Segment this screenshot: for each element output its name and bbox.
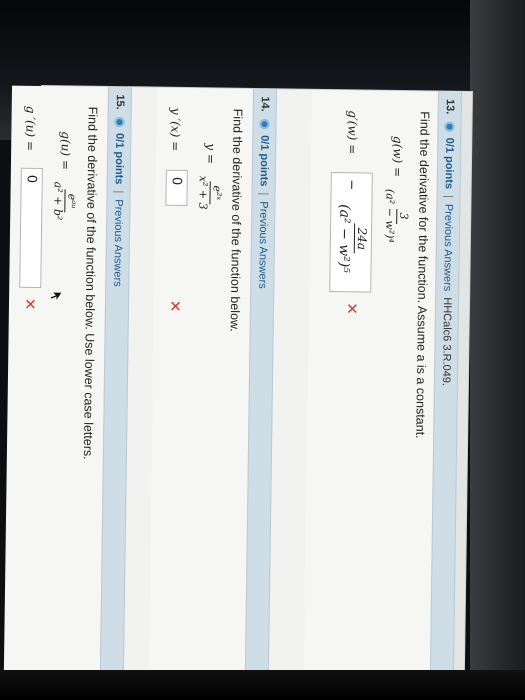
answer-input[interactable]: 0 [165, 169, 188, 207]
function-expression: g(w) = 3 (a² − w²)⁴ [382, 136, 412, 247]
question-header: 15. 0/1 points | Previous Answers [99, 86, 133, 688]
question-header: 14. 0/1 points | Previous Answers [244, 88, 278, 690]
function-expression: y = e²ˣ x² + 3 [195, 143, 224, 214]
function-numerator: eᵃᵘ [64, 189, 79, 213]
points-label: 0/1 points [257, 135, 271, 187]
answer-lhs: g ′(u) = [23, 105, 38, 152]
function-denominator: (a² − w²)⁴ [382, 188, 397, 243]
status-dot-icon [444, 121, 455, 132]
question-prompt: Find the derivative for the function. As… [413, 111, 432, 439]
separator: | [442, 194, 455, 198]
answer-sign: − [344, 179, 360, 191]
mouse-cursor-icon [49, 291, 63, 303]
question-15: 15. 0/1 points | Previous Answers Find t… [3, 85, 133, 688]
question-prompt: Find the derivative of the function belo… [227, 108, 245, 332]
previous-answers-link[interactable]: Previous Answers [441, 204, 454, 292]
points-label: 0/1 points [112, 132, 126, 185]
question-13: 13. 0/1 points | Previous Answers HHCalc… [303, 89, 463, 692]
function-lhs: g(w) = [390, 135, 405, 178]
status-dot-icon [259, 119, 270, 130]
answer-input[interactable]: 0 [19, 167, 43, 289]
screen-stage: 13. 0/1 points | Previous Answers HHCalc… [0, 0, 525, 700]
status-dot-icon [114, 117, 125, 128]
assignment-page: 13. 0/1 points | Previous Answers HHCalc… [3, 85, 472, 692]
function-lhs: y = [203, 143, 218, 165]
answer-numerator: 24a [353, 223, 369, 255]
function-fraction: e²ˣ x² + 3 [195, 172, 224, 214]
incorrect-icon: ✕ [342, 302, 362, 316]
question-14: 14. 0/1 points | Previous Answers Find t… [148, 87, 278, 690]
question-prompt: Find the derivative of the function belo… [80, 106, 100, 460]
separator: | [257, 192, 270, 196]
question-source: HHCalc6 3.R.049. [439, 297, 454, 387]
function-numerator: e²ˣ [209, 181, 224, 205]
question-number: 14. [258, 96, 271, 112]
photo-background-bottom [0, 670, 525, 700]
function-denominator: x² + 3 [196, 175, 210, 210]
incorrect-icon: ✕ [20, 297, 40, 311]
points-label: 0/1 points [442, 137, 456, 190]
previous-answers-link[interactable]: Previous Answers [111, 199, 124, 287]
function-fraction: 3 (a² − w²)⁴ [382, 185, 411, 247]
answer-input[interactable]: − 24a (a² − w²)⁵ [329, 172, 373, 293]
answer-denominator: (a² − w²)⁵ [335, 204, 353, 273]
function-expression: g(u) = eᵃᵘ a² + b² [50, 131, 79, 225]
previous-answers-link[interactable]: Previous Answers [256, 201, 269, 289]
incorrect-icon: ✕ [165, 299, 185, 313]
separator: | [112, 190, 125, 194]
question-number: 13. [443, 98, 456, 115]
answer-lhs: g′(w) = [345, 110, 360, 155]
answer-lhs: y ′(x) = [168, 107, 183, 152]
function-lhs: g(u) = [58, 131, 73, 171]
function-numerator: 3 [396, 208, 411, 224]
function-denominator: a² + b² [51, 181, 65, 221]
answer-fraction: 24a (a² − w²)⁵ [333, 200, 369, 277]
function-fraction: eᵃᵘ a² + b² [50, 178, 79, 225]
question-number: 15. [113, 94, 126, 110]
